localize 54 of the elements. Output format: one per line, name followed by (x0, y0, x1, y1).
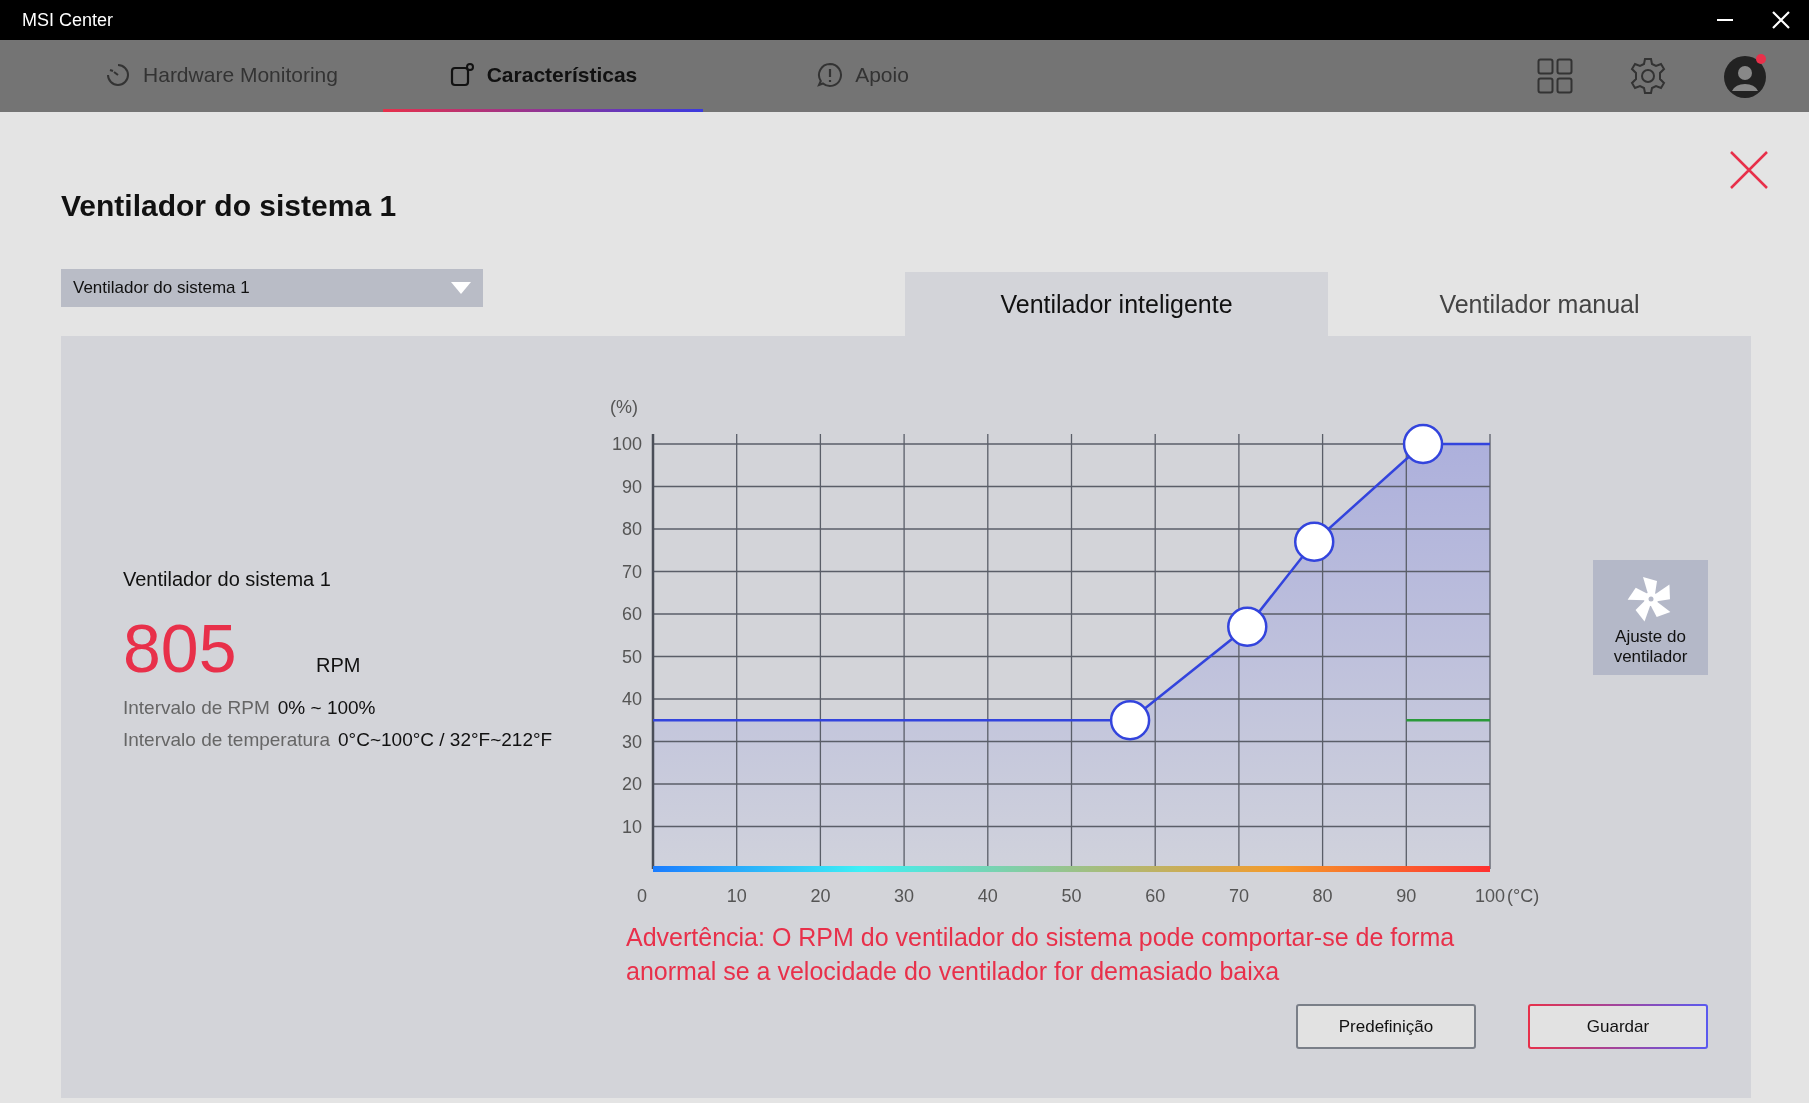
x-tick-label: 100 (1475, 886, 1505, 906)
mode-tab[interactable]: Ventilador inteligente (905, 272, 1328, 336)
info-value: 0°C~100°C / 32°F~212°F (338, 729, 553, 750)
y-tick-label: 100 (611, 434, 642, 454)
page-title: Ventilador do sistema 1 (61, 188, 397, 224)
x-tick-label: 0 (637, 886, 647, 906)
fan-adjust-button[interactable]: Ajuste do ventilador (1593, 560, 1708, 675)
y-tick-label: 80 (621, 519, 642, 539)
caret-icon (451, 282, 471, 294)
grid-icon[interactable] (1537, 58, 1573, 94)
x-tick-label: 20 (810, 886, 831, 906)
close-icon[interactable] (1729, 150, 1769, 190)
info-label: Intervalo de RPM (123, 697, 270, 718)
fan-dropdown[interactable]: Ventilador do sistema 1 (61, 269, 483, 307)
fan-name: Ventilador do sistema 1 (123, 568, 332, 591)
gauge-icon (105, 61, 132, 88)
rpm-unit: RPM (316, 654, 361, 677)
minimize-icon (1716, 19, 1734, 21)
y-tick-label: 70 (621, 561, 642, 582)
x-tick-label: 80 (1312, 886, 1333, 906)
y-tick-label: 90 (621, 476, 642, 497)
settings-icon[interactable] (1628, 56, 1668, 96)
mode-tab[interactable]: Ventilador manual (1328, 272, 1751, 336)
y-axis-title: (%) (610, 397, 638, 417)
window-title: MSI Center (22, 9, 115, 31)
features-icon (448, 61, 475, 88)
curve-handle[interactable] (1402, 423, 1444, 465)
y-tick-label: 60 (621, 604, 642, 624)
y-tick-label: 50 (621, 646, 642, 667)
curve-handle[interactable] (1227, 606, 1268, 647)
x-tick-label: 30 (894, 886, 915, 906)
y-tick-label: 30 (621, 731, 642, 752)
x-tick-label: 50 (1061, 886, 1082, 906)
x-tick-label: 10 (726, 886, 747, 906)
nav-tab[interactable]: Características (383, 40, 703, 112)
speech-bubble-icon (817, 61, 844, 88)
y-tick-label: 20 (621, 774, 642, 794)
x-tick-label: 60 (1145, 886, 1166, 906)
rpm-value: 805 (123, 609, 238, 687)
close-icon (1771, 10, 1791, 30)
warning-text: Advertência: O RPM do ventilador do sistema pode comportar-se de forma anormal se a velocidade do ventilador for demasiado baixa (626, 922, 1456, 987)
y-tick-label: 10 (621, 816, 642, 837)
curve-handle[interactable] (1294, 521, 1335, 562)
x-tick-label: 40 (977, 886, 998, 906)
save-button[interactable]: Guardar (1528, 1004, 1708, 1049)
curve-handle[interactable] (1109, 700, 1151, 741)
x-tick-label: 90 (1396, 886, 1417, 906)
info-value: 0% ~ 100% (277, 697, 376, 718)
avatar-icon[interactable] (1723, 53, 1769, 99)
y-tick-label: 40 (621, 689, 642, 709)
default-button[interactable]: Predefinição (1296, 1004, 1476, 1049)
x-tick-label: 70 (1228, 886, 1249, 906)
info-label: Intervalo de temperatura (123, 729, 330, 750)
x-axis-title: (°C) (1507, 886, 1540, 906)
